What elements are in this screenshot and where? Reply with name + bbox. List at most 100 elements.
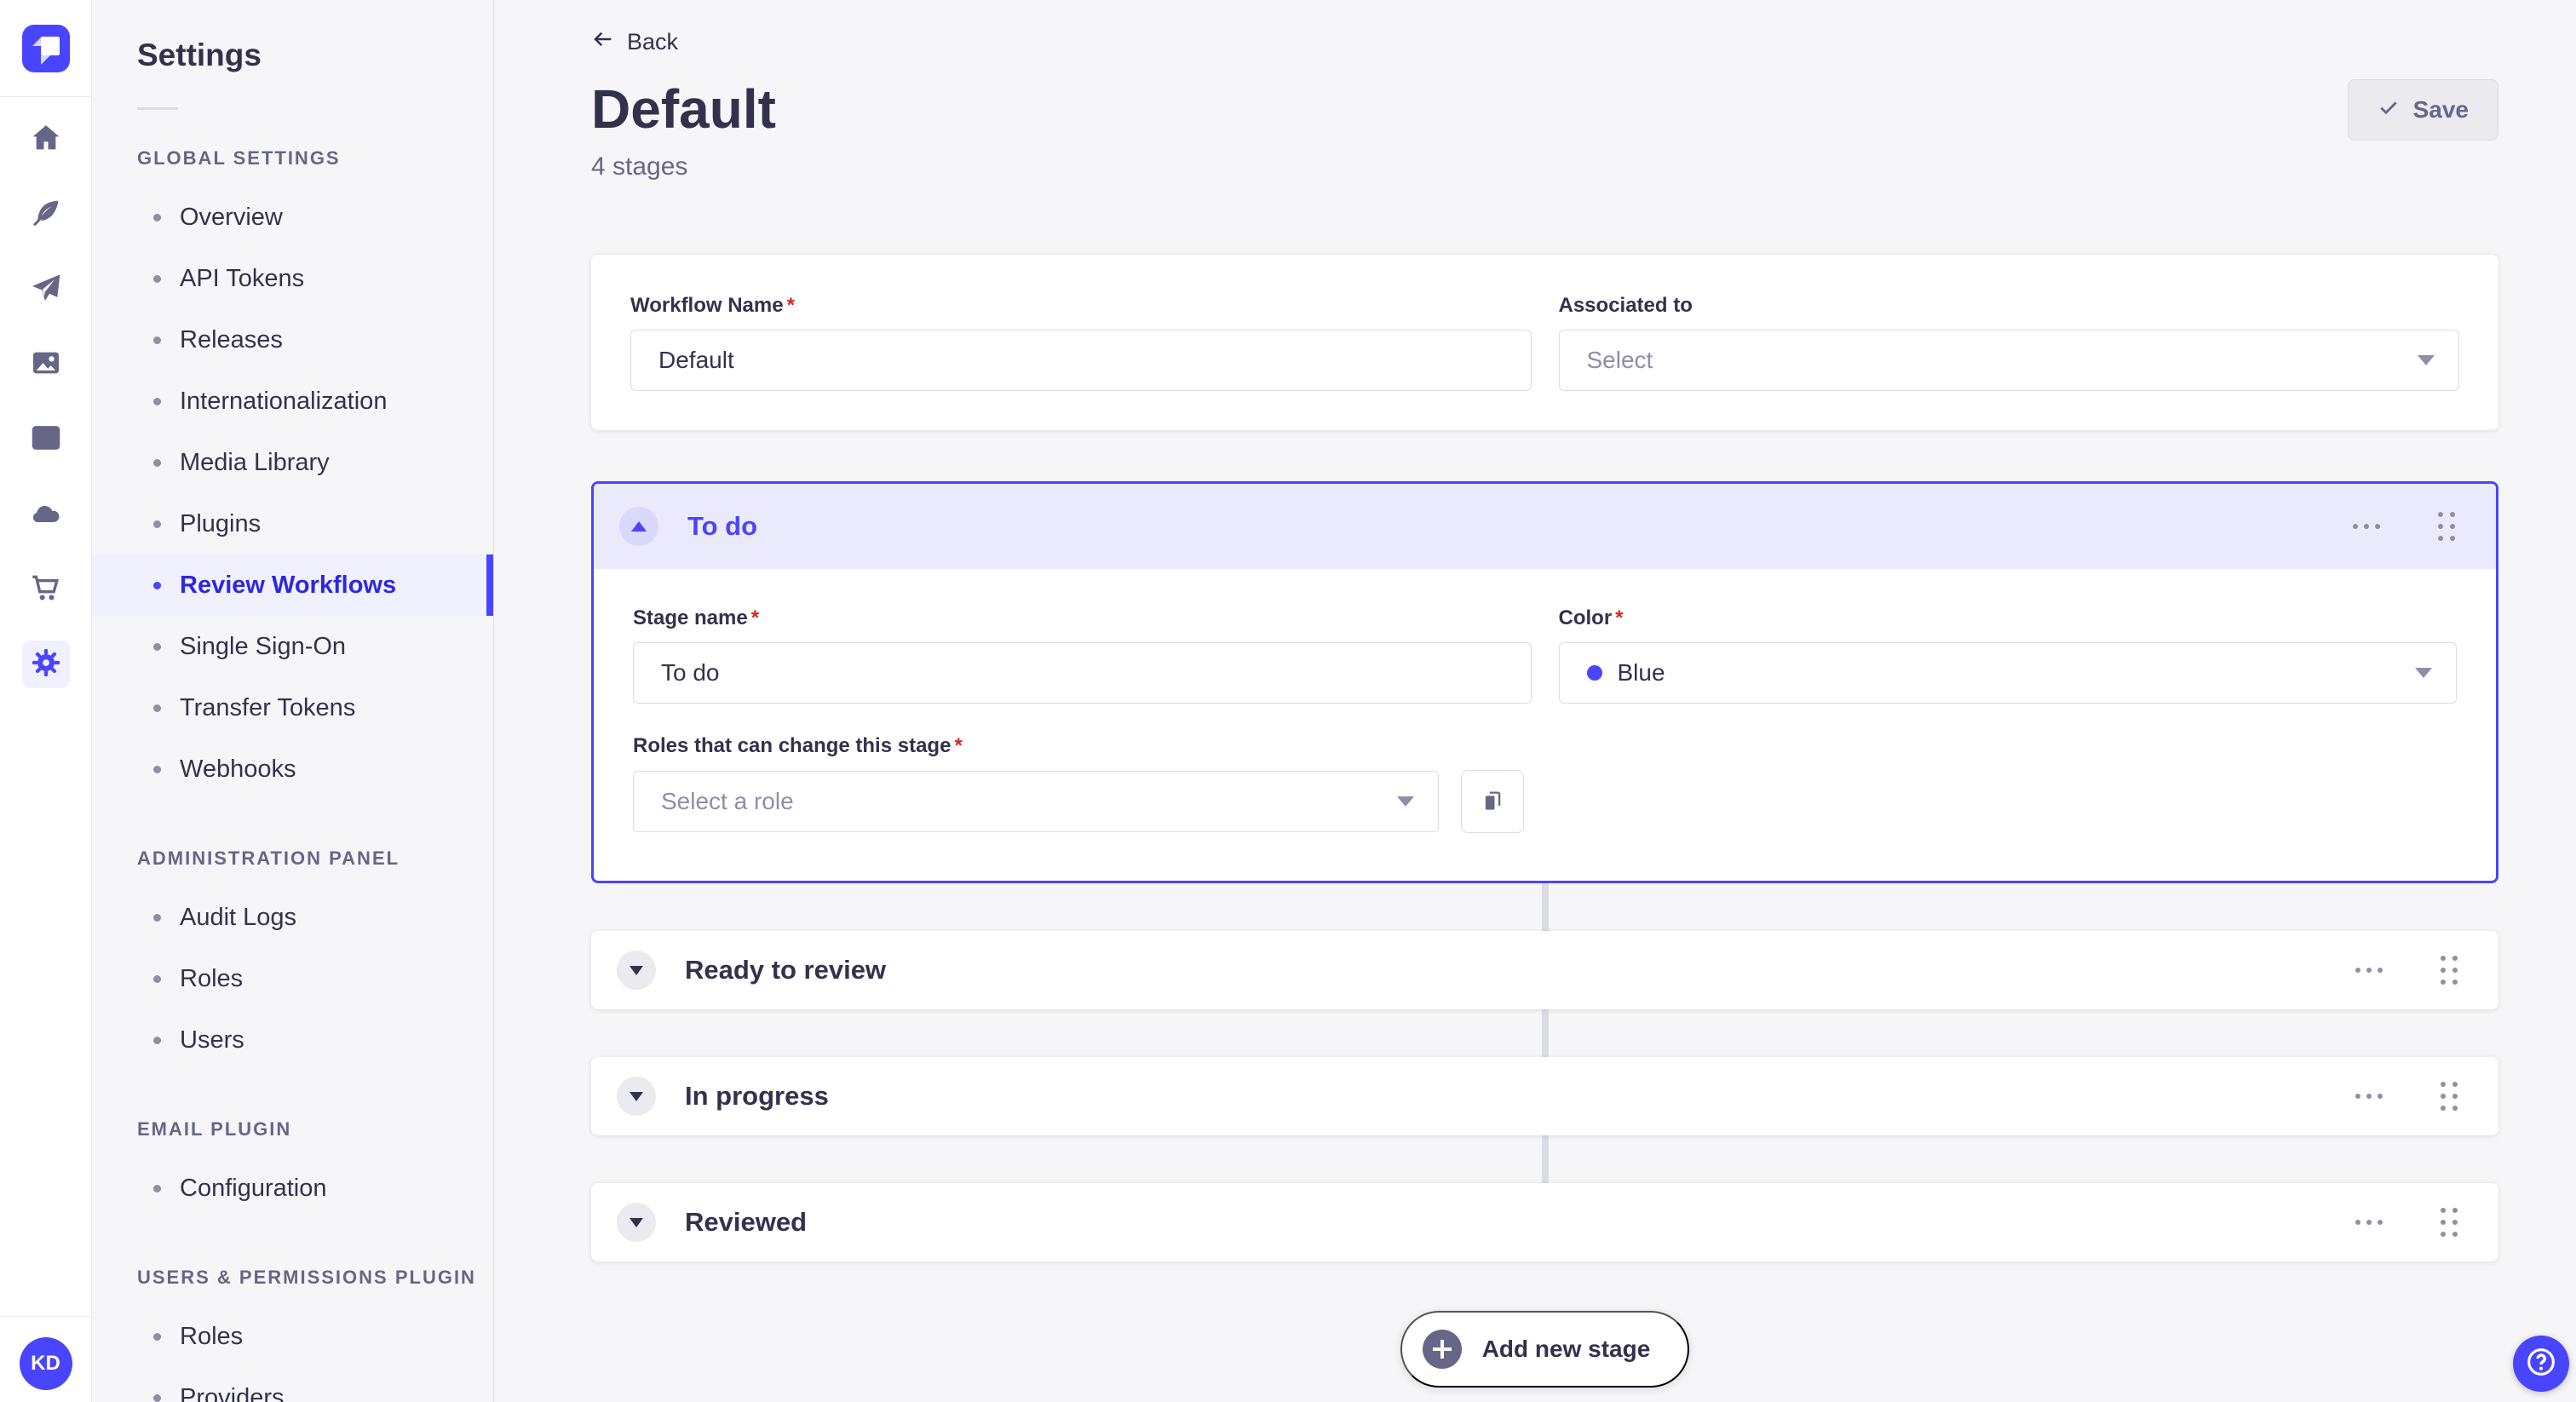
sidebar-item-media-library[interactable]: Media Library [92, 432, 493, 493]
chevron-down-icon [630, 1091, 643, 1101]
stage-title: Ready to review [685, 955, 887, 985]
help-button[interactable] [2513, 1336, 2569, 1392]
workflow-name-field: Workflow Name [630, 294, 1532, 391]
stage-options-menu-button[interactable] [2350, 1215, 2388, 1230]
drag-handle[interactable] [2437, 952, 2461, 988]
sidebar-item-webhooks[interactable]: Webhooks [92, 738, 493, 800]
chevron-down-icon [630, 1217, 643, 1227]
add-new-stage-button[interactable]: Add new stage [1400, 1311, 1690, 1388]
bullet-icon [153, 397, 161, 405]
images-icon [29, 346, 63, 384]
question-mark-icon [2524, 1345, 2558, 1383]
stage-roles-field: Roles that can change this stage Select … [633, 734, 2457, 833]
bullet-icon [153, 1332, 161, 1341]
sidebar-item-roles[interactable]: Roles [92, 948, 493, 1009]
subnav-title: Settings [137, 37, 262, 72]
chevron-down-icon [2418, 355, 2435, 365]
sidebar-item-review-workflows[interactable]: Review Workflows [92, 554, 493, 616]
bullet-icon [153, 642, 161, 651]
stage-color-select[interactable]: Blue [1558, 642, 2457, 704]
workflow-card: Workflow Name Associated to Select [591, 255, 2498, 430]
stage-options-menu-button[interactable] [2348, 519, 2385, 534]
sidebar-item-api-tokens[interactable]: API Tokens [92, 248, 493, 309]
logo-mark [32, 36, 42, 46]
drag-handle[interactable] [2435, 509, 2458, 544]
bullet-icon [153, 274, 161, 283]
chevron-down-icon [1397, 796, 1414, 807]
bullet-icon [153, 1184, 161, 1192]
sidebar-item-configuration[interactable]: Configuration [92, 1158, 493, 1219]
sidebar-item-providers[interactable]: Providers [92, 1367, 493, 1402]
stage-reviewed[interactable]: Reviewed [591, 1183, 2498, 1261]
strapi-logo[interactable] [21, 24, 70, 72]
stage-roles-select[interactable]: Select a role [633, 771, 1439, 832]
stage-color-label: Color [1559, 606, 2458, 630]
layout-icon [29, 421, 63, 459]
nav-deploy[interactable] [22, 491, 70, 538]
nav-home[interactable] [22, 116, 70, 164]
expand-stage-button[interactable] [617, 1077, 656, 1116]
bullet-icon [153, 213, 161, 221]
bullet-icon [153, 704, 161, 712]
back-link[interactable]: Back [591, 27, 678, 57]
associated-to-label: Associated to [1558, 294, 1693, 317]
stage-in-progress[interactable]: In progress [591, 1057, 2498, 1135]
chevron-down-icon [630, 965, 643, 975]
workflow-name-label: Workflow Name [630, 294, 1532, 318]
settings-subnav: Settings GLOBAL SETTINGS Overview API To… [92, 0, 494, 1402]
avatar[interactable]: KD [19, 1337, 72, 1390]
bullet-icon [153, 974, 161, 983]
page-title: Default [591, 78, 776, 141]
sidebar-item-up-roles[interactable]: Roles [92, 1306, 493, 1367]
section-header-administration-panel: ADMINISTRATION PANEL [137, 848, 400, 869]
bullet-icon [153, 913, 161, 922]
workflow-name-input[interactable] [630, 330, 1532, 391]
stage-title: Reviewed [685, 1207, 808, 1237]
sidebar-item-users[interactable]: Users [92, 1009, 493, 1071]
stages-list: To do Stage name Color Bl [591, 481, 2498, 1261]
stage-color-field: Color Blue [1558, 606, 2458, 704]
expand-stage-button[interactable] [617, 951, 656, 990]
stage-ready-to-review[interactable]: Ready to review [591, 931, 2498, 1009]
sidebar-item-plugins[interactable]: Plugins [92, 493, 493, 554]
nav-content-type-builder[interactable] [22, 416, 70, 463]
page-subtitle: 4 stages [591, 152, 688, 181]
apply-to-all-stages-button[interactable] [1461, 770, 1524, 833]
collapse-stage-button[interactable] [619, 507, 658, 546]
color-dot [1586, 665, 1602, 681]
cart-icon [29, 571, 63, 609]
check-icon [2378, 96, 2400, 124]
stage-todo-header[interactable]: To do [594, 484, 2496, 569]
sidebar-item-overview[interactable]: Overview [92, 187, 493, 248]
nav-releases[interactable] [22, 266, 70, 313]
sidebar-item-audit-logs[interactable]: Audit Logs [92, 887, 493, 948]
stage-options-menu-button[interactable] [2350, 1089, 2388, 1104]
cloud-icon [29, 496, 63, 534]
stage-title: To do [687, 511, 758, 541]
nav-marketplace[interactable] [22, 566, 70, 613]
section-header-users-permissions-plugin: USERS & PERMISSIONS PLUGIN [137, 1267, 476, 1288]
bullet-icon [153, 520, 161, 528]
save-button[interactable]: Save [2347, 79, 2498, 141]
expand-stage-button[interactable] [617, 1203, 656, 1242]
sidebar-item-transfer-tokens[interactable]: Transfer Tokens [92, 677, 493, 738]
stage-name-input[interactable] [633, 642, 1532, 704]
chevron-down-icon [2415, 668, 2432, 678]
logo-mark [40, 55, 50, 65]
nav-media-library[interactable] [22, 341, 70, 388]
associated-to-select[interactable]: Select [1558, 330, 2459, 391]
nav-content-manager[interactable] [22, 191, 70, 238]
plus-icon [1422, 1330, 1462, 1369]
sidebar-item-releases[interactable]: Releases [92, 309, 493, 371]
nav-settings[interactable] [21, 641, 70, 688]
drag-handle[interactable] [2437, 1078, 2461, 1114]
home-icon [29, 121, 63, 159]
arrow-left-icon [591, 27, 615, 57]
bullet-icon [153, 1393, 161, 1402]
sidebar-item-single-sign-on[interactable]: Single Sign-On [92, 616, 493, 677]
stage-options-menu-button[interactable] [2350, 962, 2388, 978]
main-nav-rail: KD [0, 0, 92, 1402]
drag-handle[interactable] [2437, 1204, 2461, 1240]
sidebar-item-internationalization[interactable]: Internationalization [92, 371, 493, 432]
stage-todo-body: Stage name Color Blue Roles that can cha… [594, 569, 2496, 881]
